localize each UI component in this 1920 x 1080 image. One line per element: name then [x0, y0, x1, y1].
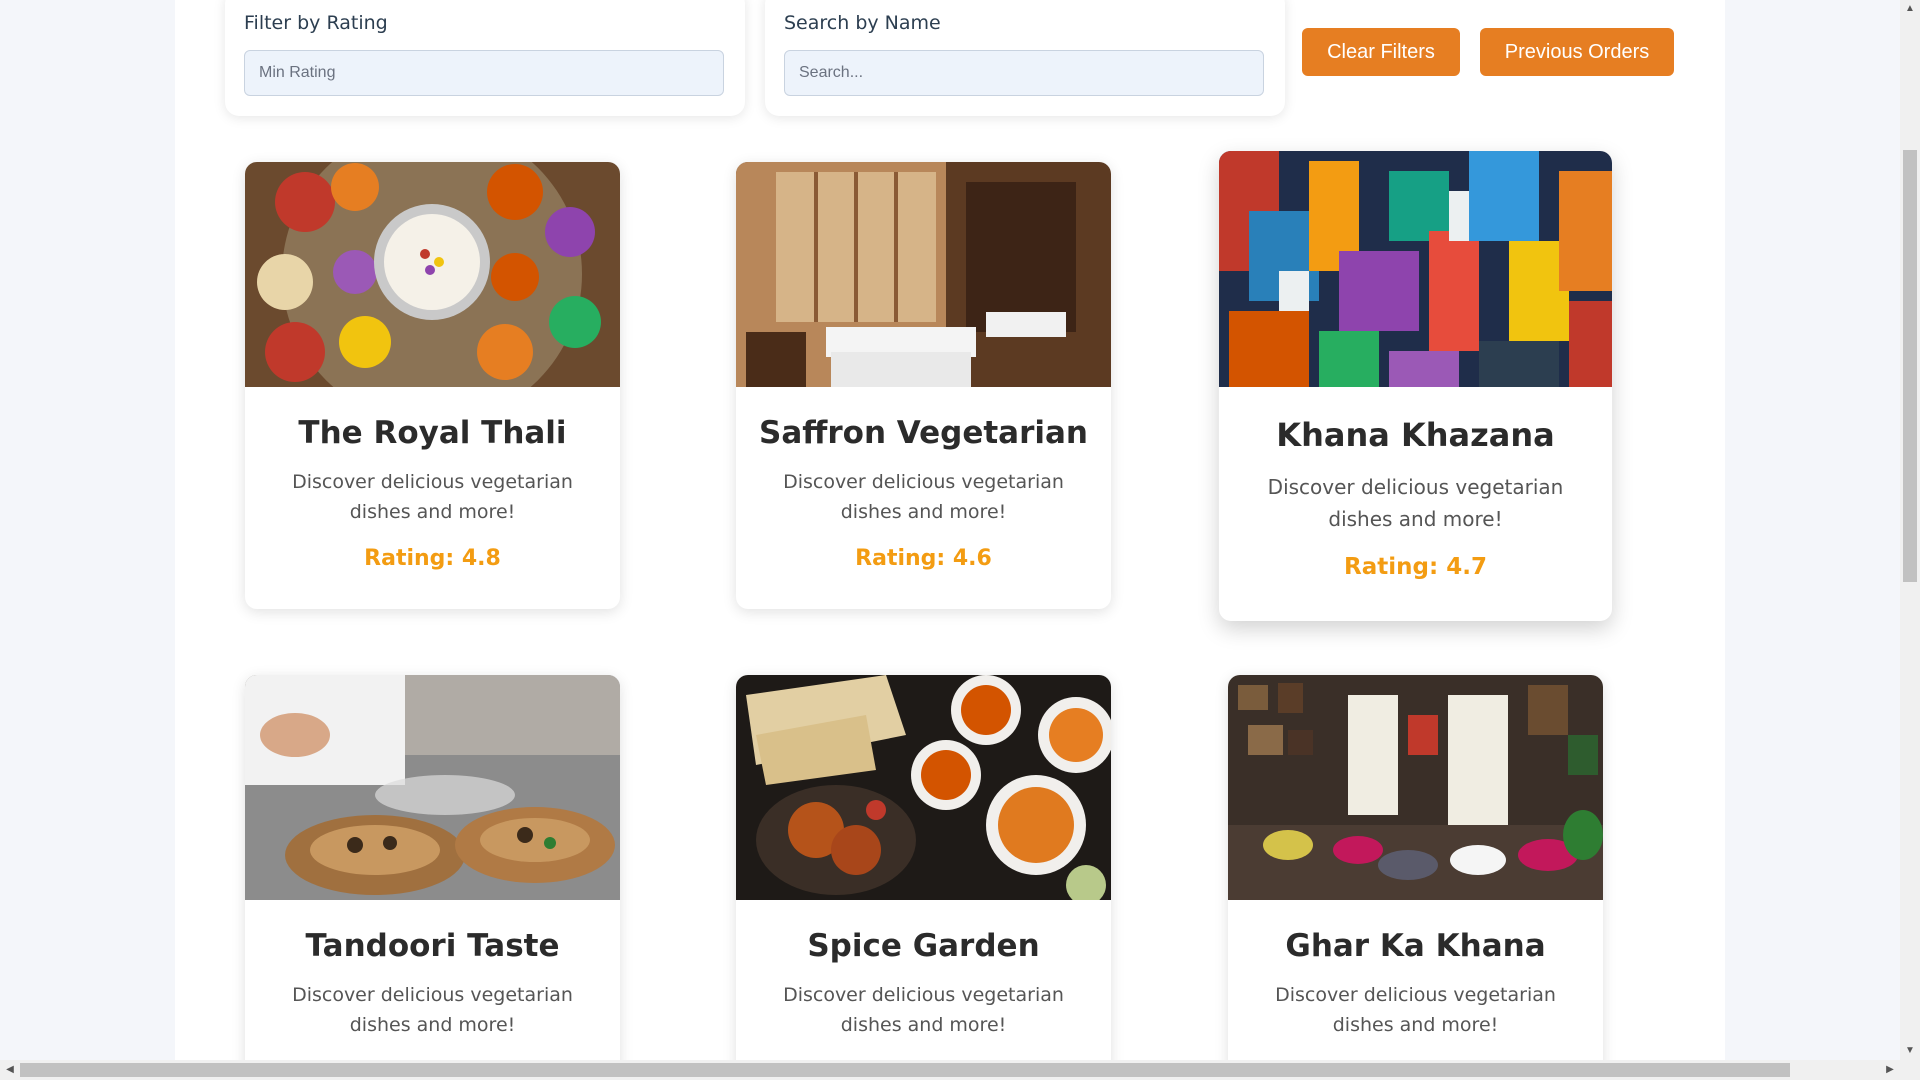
restaurant-name: Spice Garden — [807, 928, 1040, 964]
restaurant-name: Khana Khazana — [1276, 416, 1555, 454]
restaurant-description: Discover delicious vegetarian dishes and… — [1267, 475, 1564, 531]
restaurant-rating: Rating: 4.7 — [1344, 554, 1487, 580]
restaurant-image — [1228, 675, 1603, 900]
restaurant-card[interactable]: Spice Garden Discover delicious vegetari… — [736, 675, 1111, 1060]
restaurant-rating: Rating: 4.6 — [855, 546, 992, 571]
restaurant-image — [736, 675, 1111, 900]
restaurant-image — [245, 675, 620, 900]
restaurant-name: Ghar Ka Khana — [1285, 928, 1546, 964]
rating-filter-label: Filter by Rating — [244, 12, 388, 34]
restaurant-rating: Rating: 4.8 — [364, 546, 501, 571]
min-rating-input[interactable] — [244, 50, 724, 96]
clear-filters-button[interactable]: Clear Filters — [1302, 28, 1460, 76]
scroll-up-icon[interactable]: ▲ — [1900, 0, 1920, 18]
restaurant-image — [736, 162, 1111, 387]
scroll-left-icon[interactable]: ◀ — [0, 1060, 20, 1080]
restaurant-card[interactable]: Khana Khazana Discover delicious vegetar… — [1219, 151, 1612, 621]
rating-filter-box: Filter by Rating — [225, 0, 745, 116]
restaurant-name: The Royal Thali — [298, 415, 567, 451]
previous-orders-button[interactable]: Previous Orders — [1480, 28, 1674, 76]
restaurant-card[interactable]: Tandoori Taste Discover delicious vegeta… — [245, 675, 620, 1060]
restaurant-description: Discover delicious vegetarian dishes and… — [783, 471, 1064, 524]
scroll-right-icon[interactable]: ▶ — [1880, 1060, 1900, 1080]
vertical-scrollbar[interactable]: ▲ ▼ — [1900, 0, 1920, 1060]
restaurant-card[interactable]: Ghar Ka Khana Discover delicious vegetar… — [1228, 675, 1603, 1060]
restaurant-description: Discover delicious vegetarian dishes and… — [1275, 984, 1556, 1037]
vertical-scroll-thumb[interactable] — [1903, 150, 1917, 582]
restaurant-name: Tandoori Taste — [305, 928, 560, 964]
restaurant-description: Discover delicious vegetarian dishes and… — [292, 984, 573, 1037]
restaurant-name: Saffron Vegetarian — [759, 415, 1088, 451]
name-filter-label: Search by Name — [784, 12, 941, 34]
restaurant-image — [1219, 151, 1612, 387]
restaurant-description: Discover delicious vegetarian dishes and… — [292, 471, 573, 524]
restaurant-description: Discover delicious vegetarian dishes and… — [783, 984, 1064, 1037]
restaurant-card[interactable]: The Royal Thali Discover delicious veget… — [245, 162, 620, 609]
restaurant-image — [245, 162, 620, 387]
name-filter-box: Search by Name — [765, 0, 1285, 116]
main-content: Filter by Rating Search by Name Clear Fi… — [175, 0, 1725, 1060]
restaurant-card[interactable]: Saffron Vegetarian Discover delicious ve… — [736, 162, 1111, 609]
horizontal-scrollbar[interactable]: ◀ ▶ — [0, 1060, 1920, 1080]
search-input[interactable] — [784, 50, 1264, 96]
horizontal-scroll-thumb[interactable] — [20, 1063, 1790, 1077]
scroll-down-icon[interactable]: ▼ — [1900, 1042, 1920, 1060]
